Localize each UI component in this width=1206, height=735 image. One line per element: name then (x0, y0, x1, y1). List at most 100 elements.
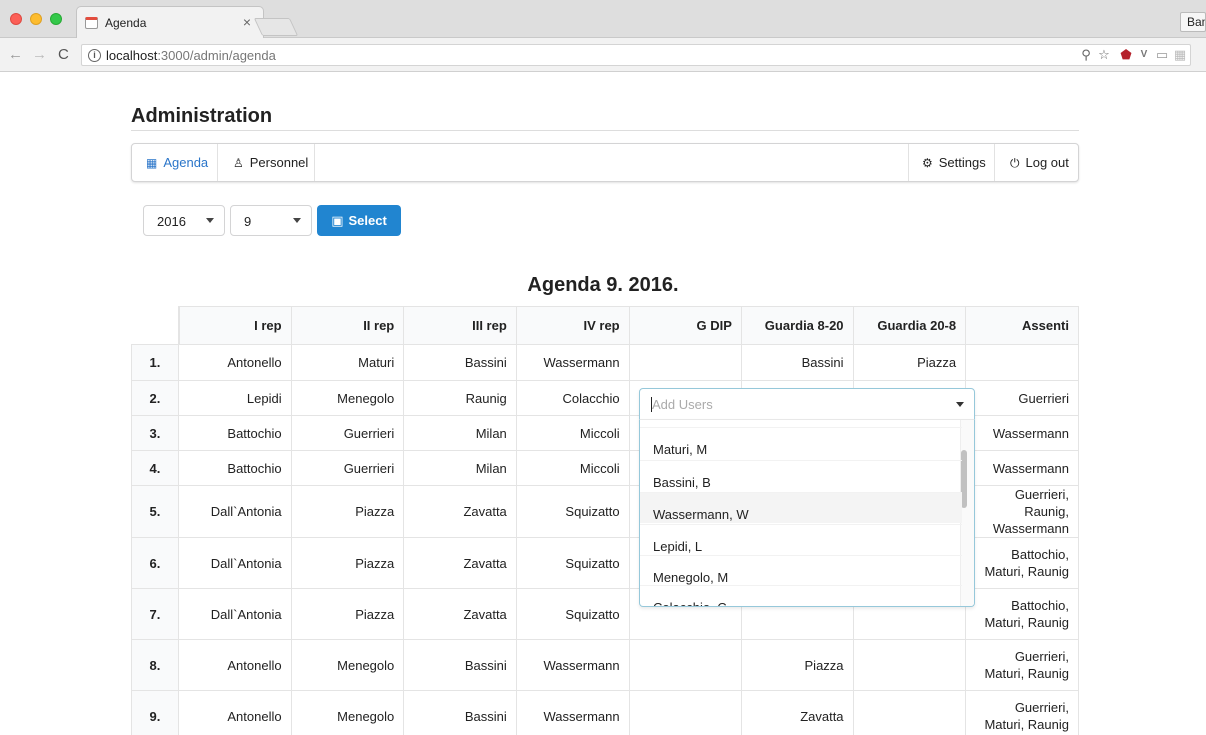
table-cell-iii[interactable]: Bassini (404, 691, 517, 735)
year-select[interactable]: 2016 (143, 205, 225, 236)
table-cell-g208[interactable] (854, 691, 967, 735)
dropdown-option[interactable]: Bassini, B (640, 460, 962, 491)
table-cell-g820[interactable]: Piazza (741, 640, 854, 691)
scrollbar-track[interactable] (960, 420, 974, 606)
table-cell-gdip[interactable] (629, 345, 742, 381)
new-tab-button[interactable] (253, 18, 299, 36)
corner-header (131, 306, 179, 345)
add-users-dropdown[interactable]: Add Users (639, 388, 975, 420)
table-cell-iv[interactable]: Wassermann (516, 640, 630, 691)
table-cell-iv[interactable]: Miccoli (516, 451, 630, 486)
dropdown-option[interactable]: Wassermann, W (640, 492, 962, 523)
menu-item-logout[interactable]: ⏻ Log out (1010, 144, 1069, 181)
table-cell-iii[interactable]: Zavatta (404, 486, 517, 538)
table-cell-iv[interactable]: Wassermann (517, 691, 630, 735)
address-bar[interactable]: i localhost:3000/admin/agenda ⚲ ☆ ⬟ V ▭ … (81, 44, 1191, 66)
maximize-window-icon[interactable] (50, 13, 62, 25)
calendar-check-icon: ▣ (331, 213, 344, 228)
table-cell-assenti[interactable]: Battochio, Maturi, Raunig (966, 589, 1079, 640)
profile-button[interactable]: Bam (1180, 12, 1206, 32)
bookmark-star-icon[interactable]: ☆ (1096, 47, 1112, 63)
dropdown-option[interactable]: Lepidi, L (640, 524, 962, 555)
table-cell-g208[interactable]: Piazza (853, 345, 967, 381)
tab-close-icon[interactable]: × (243, 14, 251, 30)
menu-item-agenda[interactable]: ▦ Agenda (146, 144, 208, 181)
table-cell-i[interactable]: Battochio (178, 451, 292, 486)
power-icon: ⏻ (1010, 156, 1020, 170)
extension-grid-icon[interactable]: ▦ (1172, 47, 1188, 63)
table-cell-i[interactable]: Dall`Antonia (178, 486, 292, 538)
table-cell-i[interactable]: Antonello (178, 640, 292, 691)
table-cell-ii[interactable]: Guerrieri (291, 451, 405, 486)
forward-icon[interactable]: → (32, 46, 47, 63)
table-cell-ii[interactable]: Menegolo (291, 381, 405, 416)
menu-item-personnel[interactable]: ♙ Personnel (233, 144, 308, 181)
dropdown-option[interactable]: Menegolo, M (640, 555, 962, 586)
table-cell-ii[interactable]: Menegolo (291, 640, 405, 691)
title-divider (131, 130, 1079, 131)
minimize-window-icon[interactable] (30, 13, 42, 25)
dropdown-option[interactable]: Colacchio, C (640, 585, 962, 606)
key-icon[interactable]: ⚲ (1078, 47, 1094, 63)
select-button[interactable]: ▣ Select (317, 205, 401, 236)
ublock-icon[interactable]: ⬟ (1118, 47, 1134, 63)
menu-item-settings[interactable]: ⚙ Settings (922, 144, 986, 181)
table-cell-ii[interactable]: Guerrieri (291, 416, 405, 451)
table-cell-iv[interactable]: Squizatto (516, 589, 630, 640)
table-cell-iii[interactable]: Milan (404, 451, 517, 486)
table-cell-ii[interactable]: Piazza (291, 486, 405, 538)
table-cell-assenti[interactable]: Guerrieri, Raunig, Wassermann (966, 486, 1079, 538)
table-cell-ii[interactable]: Menegolo (292, 691, 405, 735)
month-select[interactable]: 9 (230, 205, 312, 236)
year-select-value: 2016 (157, 214, 186, 229)
table-cell-ii[interactable]: Maturi (291, 345, 405, 381)
table-cell-assenti[interactable]: Battochio, Maturi, Raunig (966, 538, 1079, 589)
menu-item-settings-label: Settings (938, 155, 986, 170)
table-cell-ii[interactable]: Piazza (291, 589, 405, 640)
table-cell-i[interactable]: Dall`Antonia (178, 538, 292, 589)
table-cell-g208[interactable] (853, 640, 967, 691)
table-cell-iii[interactable]: Zavatta (404, 589, 517, 640)
column-header: III rep (404, 306, 517, 345)
table-cell-iv[interactable]: Colacchio (516, 381, 630, 416)
table-cell-assenti[interactable]: Guerrieri (966, 381, 1079, 416)
chevron-down-icon[interactable] (956, 402, 964, 407)
table-cell-assenti[interactable]: Guerrieri, Maturi, Raunig (966, 640, 1079, 691)
table-cell-g820[interactable]: Bassini (741, 345, 854, 381)
table-cell-iv[interactable]: Miccoli (516, 416, 630, 451)
add-users-menu: Maturi, M Bassini, B Wassermann, W Lepid… (639, 419, 975, 607)
table-cell-iii[interactable]: Zavatta (404, 538, 517, 589)
table-cell-iii[interactable]: Milan (404, 416, 517, 451)
close-window-icon[interactable] (10, 13, 22, 25)
info-icon[interactable]: i (88, 49, 101, 62)
menu-item-logout-label: Log out (1025, 155, 1069, 170)
table-cell-gdip[interactable] (630, 691, 742, 735)
table-cell-iv[interactable]: Wassermann (516, 345, 630, 381)
table-cell-i[interactable]: Dall`Antonia (178, 589, 292, 640)
table-cell-i[interactable]: Antonello (178, 345, 292, 381)
table-cell-iii[interactable]: Bassini (404, 640, 517, 691)
table-row: 1. Antonello Maturi Bassini Wassermann Bassin… (131, 345, 1079, 381)
browser-tab[interactable]: Agenda × (76, 6, 264, 38)
table-cell-iv[interactable]: Squizatto (516, 538, 630, 589)
table-cell-gdip[interactable] (629, 640, 742, 691)
back-icon[interactable]: ← (8, 46, 23, 63)
table-cell-i[interactable]: Lepidi (178, 381, 292, 416)
vue-devtools-icon[interactable]: V (1136, 47, 1152, 63)
table-cell-iii[interactable]: Bassini (404, 345, 517, 381)
table-cell-i[interactable]: Antonello (179, 691, 292, 735)
table-cell-assenti[interactable]: Guerrieri, Maturi, Raunig (966, 691, 1079, 735)
table-cell-iv[interactable]: Squizatto (516, 486, 630, 538)
table-cell-iii[interactable]: Raunig (404, 381, 517, 416)
table-row: 8. Antonello Menegolo Bassini Wassermann Piaz… (131, 640, 1079, 691)
extension-icon[interactable]: ▭ (1154, 47, 1170, 63)
month-select-value: 9 (244, 214, 252, 229)
table-cell-assenti[interactable]: Wassermann (966, 451, 1079, 486)
table-cell-assenti[interactable] (966, 345, 1079, 381)
table-cell-i[interactable]: Battochio (178, 416, 292, 451)
dropdown-option[interactable]: Maturi, M (640, 427, 962, 458)
reload-icon[interactable]: C (58, 46, 69, 63)
table-cell-assenti[interactable]: Wassermann (966, 416, 1079, 451)
table-cell-g820[interactable]: Zavatta (742, 691, 854, 735)
table-cell-ii[interactable]: Piazza (291, 538, 405, 589)
